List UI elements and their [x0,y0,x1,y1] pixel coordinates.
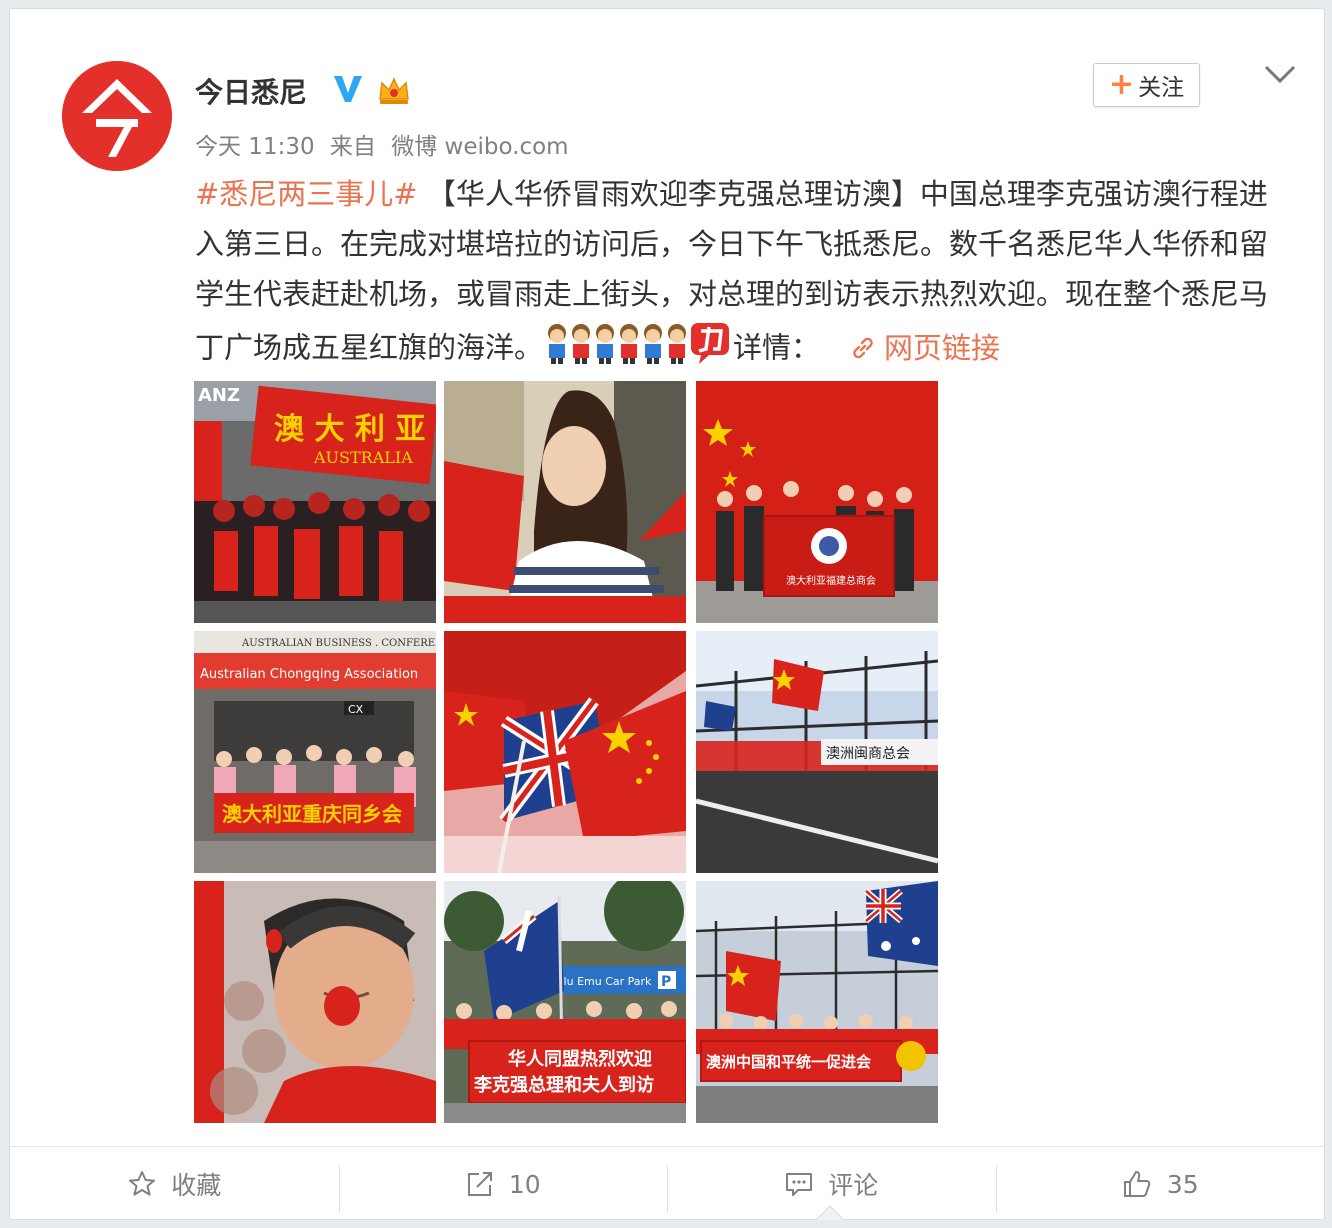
photo-3[interactable]: 澳大利亚福建总商会 [696,381,938,623]
photo-9[interactable]: 澳洲中国和平统一促进会 [696,881,938,1123]
from-label: 来自 [329,134,376,160]
weibo-post-card: 今日悉尼 今天 11:30 来自 微博 weibo.com + 关注 #悉尼两三… [9,8,1325,1220]
p1-banner-text: 澳 大 利 亚 [274,412,425,447]
p3-banner-text: 澳大利亚福建总商会 [786,574,876,587]
comment-label: 评论 [828,1171,879,1200]
star-icon [129,1171,156,1196]
post-meta: 今天 11:30 来自 微博 weibo.com [195,127,577,161]
verified-v-icon [334,76,362,102]
avatar-logo-icon [62,61,172,171]
repost-button[interactable]: 10 [338,1147,668,1221]
chevron-down-icon[interactable] [1262,61,1298,89]
hashtag-link[interactable]: #悉尼两三事儿# [195,177,418,211]
post-source[interactable]: 微博 weibo.com [391,134,568,160]
photo-1[interactable]: 澳 大 利 亚 AUSTRALIA ANZ [194,381,436,623]
like-button[interactable]: 35 [995,1147,1325,1221]
plus-icon: + [1108,67,1135,102]
photo-5[interactable] [444,631,686,873]
comment-icon [786,1173,813,1196]
web-link[interactable]: 网页链接 [850,331,1000,365]
like-icon [1123,1171,1151,1197]
p4-cx-sign: CX [348,703,364,716]
action-bar: 收藏 10 评论 35 [10,1147,1324,1221]
photo-grid: 澳 大 利 亚 AUSTRALIA ANZ 澳大利亚福建总商会 AUSTRALI… [194,381,938,1123]
favorite-button[interactable]: 收藏 [10,1147,339,1221]
post-time[interactable]: 今天 11:30 [195,134,315,160]
favorite-label: 收藏 [171,1171,222,1200]
cheer-emoji-icon [543,319,733,380]
web-link-label: 网页链接 [884,330,1001,365]
repost-count: 10 [508,1169,541,1199]
account-name[interactable]: 今日悉尼 [195,71,307,111]
p8-carpark-sign: Blu Emu Car Park [556,975,652,988]
photo-2[interactable] [444,381,686,623]
p4-banner-text: 澳大利亚重庆同乡会 [222,802,402,826]
link-icon [853,337,873,358]
details-label: 详情： [733,330,821,365]
like-count: 35 [1166,1169,1199,1199]
share-icon [467,1172,492,1196]
photo-7[interactable] [194,881,436,1123]
follow-button[interactable]: + 关注 [1093,63,1200,107]
p6-banner-text: 澳洲闽商总会 [826,746,910,762]
photo-8[interactable]: Blu Emu Car Park P 华人同盟热烈欢迎 李克强总理和夫人到访 [444,881,686,1123]
p1-corner-sign: ANZ [198,385,240,406]
p1-banner-en: AUSTRALIA [313,448,413,467]
p4-assoc-banner: Australian Chongqing Association [200,667,418,682]
follow-label: 关注 [1138,75,1185,101]
comment-pointer-icon [816,1205,844,1220]
p9-banner-text: 澳洲中国和平统一促进会 [706,1053,871,1071]
p8-banner-line2: 李克强总理和夫人到访 [473,1074,654,1096]
post-body: #悉尼两三事儿# 【华人华侨冒雨欢迎李克强总理访澳】中国总理李克强访澳行程进入第… [195,169,1295,380]
member-crown-icon[interactable] [376,73,412,107]
p8-parking-icon: P [661,974,671,990]
p8-banner-line1: 华人同盟热烈欢迎 [508,1048,652,1070]
p4-building-sign: AUSTRALIAN BUSINESS . CONFERENCE [241,638,436,649]
photo-6[interactable]: 澳洲闽商总会 [696,631,938,873]
avatar[interactable] [62,61,172,171]
photo-4[interactable]: AUSTRALIAN BUSINESS . CONFERENCE Austral… [194,631,436,873]
